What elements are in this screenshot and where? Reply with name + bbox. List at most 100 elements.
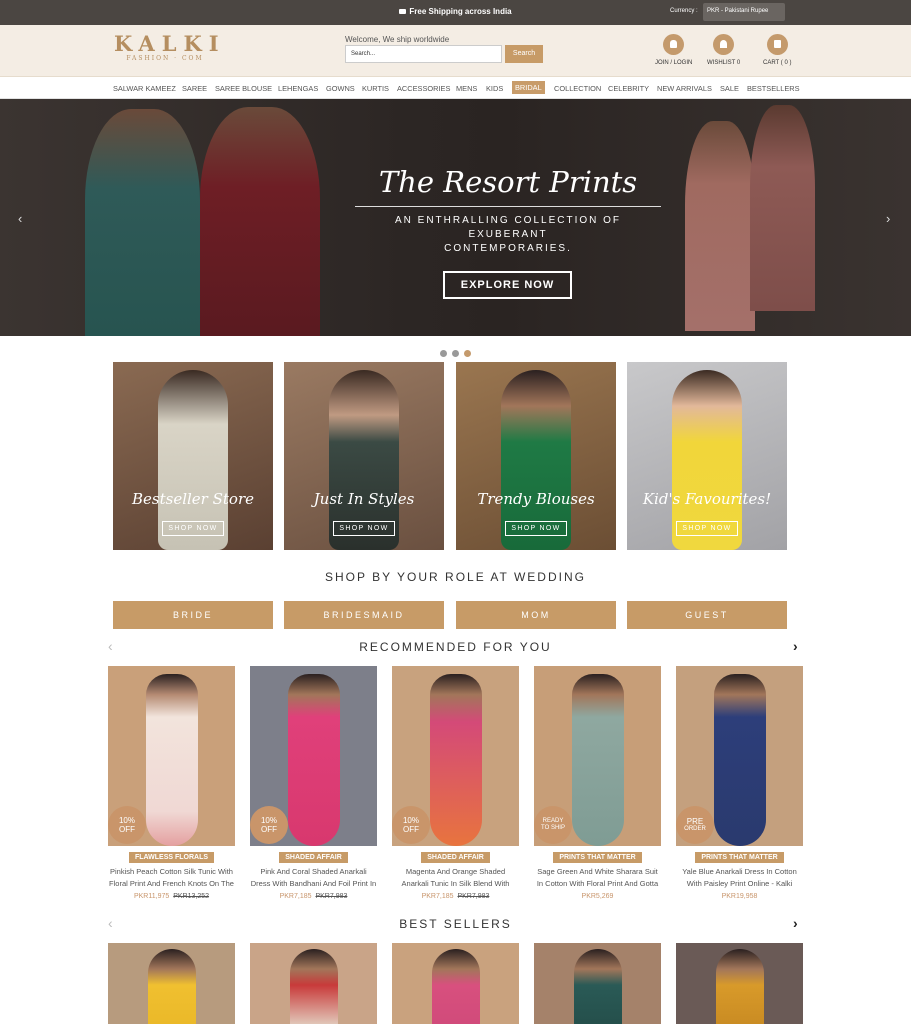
carousel-next-icon[interactable]: › <box>886 211 890 226</box>
shop-now-button[interactable]: SHOP NOW <box>676 521 738 536</box>
logo-main-text: KALKI <box>114 31 226 56</box>
shop-now-button[interactable]: SHOP NOW <box>505 521 567 536</box>
product-card[interactable]: 10% OFF SHADED AFFAIR Pink And Coral Shad… <box>250 666 377 900</box>
product-model <box>146 674 198 846</box>
category-tile-trendy-blouses[interactable]: Trendy Blouses SHOP NOW <box>456 362 616 550</box>
product-image[interactable]: 10% OFF <box>108 666 235 846</box>
product-image[interactable]: READY TO SHIP <box>534 666 661 846</box>
bestsellers-next-icon[interactable]: › <box>793 915 798 931</box>
category-tile-just-in[interactable]: Just In Styles SHOP NOW <box>284 362 444 550</box>
product-name[interactable]: Yale Blue Anarkali Dress In Cotton With … <box>676 866 803 890</box>
currency-label: Currency : <box>670 8 698 14</box>
hero-model-image <box>85 109 200 336</box>
product-card[interactable]: READY TO SHIP PRINTS THAT MATTER Sage Gre… <box>534 666 661 900</box>
nav-item-celebrity[interactable]: CELEBRITY <box>608 84 649 93</box>
nav-item-sale[interactable]: SALE <box>720 84 739 93</box>
role-button-bridesmaid[interactable]: BRIDESMAID <box>284 601 444 629</box>
roles-section-title: SHOP BY YOUR ROLE AT WEDDING <box>325 570 586 584</box>
bestseller-product-image[interactable] <box>676 943 803 1024</box>
badge-line2: ORDER <box>684 826 706 832</box>
collection-tag[interactable]: PRINTS THAT MATTER <box>695 852 784 863</box>
carousel-dot[interactable] <box>452 350 459 357</box>
nav-item-lehengas[interactable]: LEHENGAS <box>278 84 318 93</box>
category-tile-kids-favourites[interactable]: Kid's Favourites! SHOP NOW <box>627 362 787 550</box>
bestseller-product-image[interactable] <box>108 943 235 1024</box>
bestsellers-section-title: BEST SELLERS <box>399 917 512 931</box>
product-model <box>290 949 338 1024</box>
wishlist-label: WISHLIST 0 <box>707 60 741 66</box>
bestseller-product-image[interactable] <box>392 943 519 1024</box>
product-card[interactable]: 10% OFF SHADED AFFAIR Magenta And Orange … <box>392 666 519 900</box>
hero-subtitle-line1: AN ENTHRALLING COLLECTION OF EXUBERANT <box>394 215 622 240</box>
role-button-guest[interactable]: GUEST <box>627 601 787 629</box>
product-card[interactable]: PRE ORDER PRINTS THAT MATTER Yale Blue An… <box>676 666 803 900</box>
collection-tag[interactable]: FLAWLESS FLORALS <box>128 852 215 863</box>
logo-sub-text: FASHION · COM <box>126 55 204 62</box>
category-label: Trendy Blouses <box>477 490 595 508</box>
product-name[interactable]: Magenta And Orange Shaded Anarkali Tunic… <box>392 866 519 890</box>
nav-item-collection[interactable]: COLLECTION <box>554 84 601 93</box>
badge-line1: READY <box>542 818 564 824</box>
search-button[interactable]: Search <box>505 45 543 63</box>
nav-item-kids[interactable]: KIDS <box>486 84 503 93</box>
recommended-next-icon[interactable]: › <box>793 638 798 654</box>
role-button-mom[interactable]: MOM <box>456 601 616 629</box>
badge-line2: OFF <box>261 825 277 834</box>
collection-tag[interactable]: PRINTS THAT MATTER <box>553 852 642 863</box>
product-model <box>716 949 764 1024</box>
pre-order-badge: PRE ORDER <box>676 806 714 844</box>
product-name[interactable]: Pink And Coral Shaded Anarkali Dress Wit… <box>250 866 377 890</box>
shop-now-button[interactable]: SHOP NOW <box>333 521 395 536</box>
category-tile-bestseller[interactable]: Bestseller Store SHOP NOW <box>113 362 273 550</box>
nav-item-bestsellers[interactable]: BESTSELLERS <box>747 84 800 93</box>
nav-item-mens[interactable]: MENS <box>456 84 477 93</box>
discount-badge: 10% OFF <box>250 806 288 844</box>
role-button-bride[interactable]: BRIDE <box>113 601 273 629</box>
category-label: Bestseller Store <box>132 490 254 508</box>
badge-line1: 10% <box>118 816 135 825</box>
nav-item-bridal[interactable]: BRIDAL <box>512 81 545 94</box>
cart-button[interactable]: CART ( 0 ) <box>763 34 791 66</box>
explore-now-button[interactable]: EXPLORE NOW <box>443 271 572 299</box>
bestseller-product-image[interactable] <box>250 943 377 1024</box>
discount-badge: 10% OFF <box>392 806 430 844</box>
wishlist-button[interactable]: WISHLIST 0 <box>707 34 740 66</box>
product-model <box>430 674 482 846</box>
product-price: PKR7,185 PKR7,983 <box>250 893 377 900</box>
nav-item-saree[interactable]: SAREE <box>182 84 207 93</box>
product-image[interactable]: PRE ORDER <box>676 666 803 846</box>
product-image[interactable]: 10% OFF <box>392 666 519 846</box>
product-price: PKR5,269 <box>534 893 661 900</box>
collection-tag[interactable]: SHADED AFFAIR <box>279 852 348 863</box>
carousel-dot[interactable] <box>440 350 447 357</box>
bestseller-product-image[interactable] <box>534 943 661 1024</box>
product-model <box>572 674 624 846</box>
carousel-dot-active[interactable] <box>464 350 471 357</box>
product-card[interactable]: 10% OFF FLAWLESS FLORALS Pinkish Peach Co… <box>108 666 235 900</box>
recommended-section-title: RECOMMENDED FOR YOU <box>359 640 552 654</box>
kalki-logo[interactable]: KALKI FASHION · COM <box>114 31 226 63</box>
nav-item-kurtis[interactable]: KURTIS <box>362 84 389 93</box>
nav-item-saree-blouse[interactable]: SAREE BLOUSE <box>215 84 272 93</box>
collection-tag[interactable]: SHADED AFFAIR <box>421 852 490 863</box>
hero-subtitle-line2: CONTEMPORARIES. <box>444 243 572 254</box>
join-login-label: JOIN / LOGIN <box>655 60 693 66</box>
nav-item-accessories[interactable]: ACCESSORIES <box>397 84 450 93</box>
carousel-prev-icon[interactable]: ‹ <box>18 211 22 226</box>
product-model <box>714 674 766 846</box>
currency-select[interactable]: PKR - Pakistani Rupee <box>703 3 785 21</box>
hero-banner[interactable]: The Resort Prints AN ENTHRALLING COLLECT… <box>0 99 911 336</box>
product-image[interactable]: 10% OFF <box>250 666 377 846</box>
product-model <box>574 949 622 1024</box>
nav-item-salwar-kameez[interactable]: SALWAR KAMEEZ <box>113 84 176 93</box>
price-current: PKR5,269 <box>581 893 614 900</box>
product-model <box>288 674 340 846</box>
search-input[interactable]: Search... <box>345 45 502 63</box>
join-login-button[interactable]: JOIN / LOGIN <box>655 34 692 66</box>
shop-now-button[interactable]: SHOP NOW <box>162 521 224 536</box>
nav-item-new-arrivals[interactable]: NEW ARRIVALS <box>657 84 712 93</box>
carousel-dots <box>440 344 476 362</box>
nav-item-gowns[interactable]: GOWNS <box>326 84 355 93</box>
product-name[interactable]: Sage Green And White Sharara Suit In Cot… <box>534 866 661 890</box>
product-name[interactable]: Pinkish Peach Cotton Silk Tunic With Flo… <box>108 866 235 890</box>
